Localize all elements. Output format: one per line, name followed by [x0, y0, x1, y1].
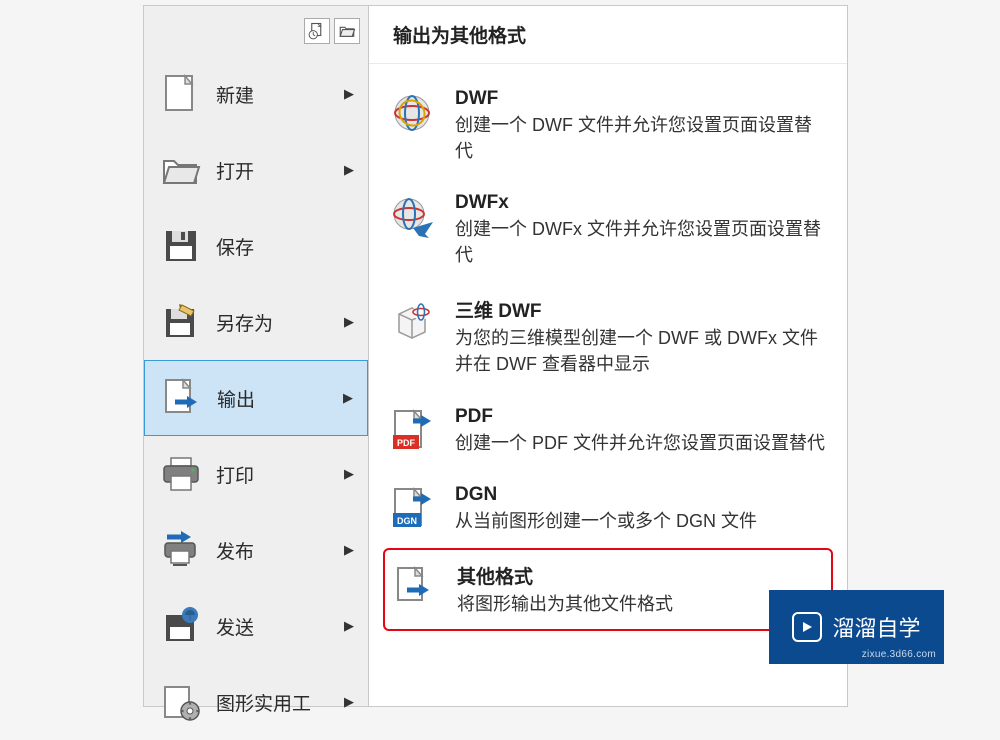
export-icon — [159, 375, 205, 421]
open-folder-icon — [158, 147, 204, 193]
recent-documents-button[interactable] — [304, 18, 330, 44]
flyout-items: DWF 创建一个 DWF 文件并允许您设置页面设置替代 DWFx 创建一个 DW… — [369, 64, 847, 631]
flyout-item-desc: 从当前图形创建一个或多个 DGN 文件 — [455, 508, 827, 534]
menu-item-label: 发送 — [216, 613, 254, 640]
menu-item-label: 新建 — [216, 81, 254, 108]
dwfx-globe-icon — [387, 192, 437, 242]
submenu-arrow-icon: ▶ — [344, 542, 354, 558]
submenu-arrow-icon: ▶ — [343, 390, 353, 406]
export-other-icon — [389, 562, 439, 612]
menu-item-label: 打开 — [216, 157, 254, 184]
open-documents-button[interactable] — [334, 18, 360, 44]
menu-item-label: 另存为 — [216, 309, 273, 336]
menu-item-label: 输出 — [217, 385, 255, 412]
watermark-url: zixue.3d66.com — [862, 649, 936, 660]
menu-toolbar — [144, 6, 368, 56]
menu-item-export[interactable]: 输出 ▶ — [144, 360, 368, 436]
menu-item-new[interactable]: 新建 ▶ — [144, 56, 368, 132]
flyout-item-name: 其他格式 — [457, 562, 825, 589]
menu-item-save[interactable]: 保存 — [144, 208, 368, 284]
export-dwf[interactable]: DWF 创建一个 DWF 文件并允许您设置页面设置替代 — [383, 74, 833, 178]
menu-item-send[interactable]: 发送 ▶ — [144, 588, 368, 664]
flyout-item-desc: 创建一个 PDF 文件并允许您设置页面设置替代 — [455, 430, 827, 456]
menu-item-label: 图形实用工 — [216, 689, 311, 716]
new-file-icon — [158, 71, 204, 117]
drawing-utilities-icon — [158, 679, 204, 725]
menu-item-label: 保存 — [216, 233, 254, 260]
flyout-item-name: PDF — [455, 406, 827, 428]
flyout-item-desc: 创建一个 DWF 文件并允许您设置页面设置替代 — [455, 112, 827, 164]
submenu-arrow-icon: ▶ — [344, 694, 354, 710]
watermark-brand: 溜溜自学 — [832, 611, 920, 643]
submenu-arrow-icon: ▶ — [344, 618, 354, 634]
dwf-3d-box-icon — [387, 296, 437, 346]
send-icon — [158, 603, 204, 649]
app-menu: 新建 ▶ 打开 ▶ 保存 — [143, 5, 368, 707]
flyout-item-name: DWFx — [455, 192, 827, 214]
menu-item-label: 打印 — [216, 461, 254, 488]
flyout-item-name: 三维 DWF — [455, 296, 827, 323]
document-clock-icon — [308, 22, 326, 40]
menu-item-print[interactable]: 打印 ▶ — [144, 436, 368, 512]
flyout-item-name: DWF — [455, 88, 827, 110]
submenu-arrow-icon: ▶ — [344, 314, 354, 330]
submenu-arrow-icon: ▶ — [344, 466, 354, 482]
watermark-badge: 溜溜自学 zixue.3d66.com — [769, 590, 944, 664]
dgn-file-icon: DGN — [387, 484, 437, 534]
menu-item-open[interactable]: 打开 ▶ — [144, 132, 368, 208]
publish-icon — [158, 527, 204, 573]
svg-text:DGN: DGN — [397, 516, 417, 526]
export-dgn[interactable]: DGN DGN 从当前图形创建一个或多个 DGN 文件 — [383, 470, 833, 548]
save-as-icon — [158, 299, 204, 345]
menu-item-publish[interactable]: 发布 ▶ — [144, 512, 368, 588]
export-pdf[interactable]: PDF PDF 创建一个 PDF 文件并允许您设置页面设置替代 — [383, 392, 833, 470]
flyout-item-name: DGN — [455, 484, 827, 506]
flyout-item-desc: 为您的三维模型创建一个 DWF 或 DWFx 文件并在 DWF 查看器中显示 — [455, 325, 827, 377]
save-floppy-icon — [158, 223, 204, 269]
menu-item-drawing-utilities[interactable]: 图形实用工 ▶ — [144, 664, 368, 740]
menu-item-label: 发布 — [216, 537, 254, 564]
menu-item-save-as[interactable]: 另存为 ▶ — [144, 284, 368, 360]
export-dwfx[interactable]: DWFx 创建一个 DWFx 文件并允许您设置页面设置替代 — [383, 178, 833, 282]
submenu-arrow-icon: ▶ — [344, 162, 354, 178]
export-other-formats[interactable]: 其他格式 将图形输出为其他文件格式 — [383, 548, 833, 631]
dwf-globe-icon — [387, 88, 437, 138]
flyout-item-desc: 创建一个 DWFx 文件并允许您设置页面设置替代 — [455, 216, 827, 268]
export-3d-dwf[interactable]: 三维 DWF 为您的三维模型创建一个 DWF 或 DWFx 文件并在 DWF 查… — [383, 282, 833, 391]
play-icon — [792, 612, 822, 642]
svg-text:PDF: PDF — [397, 438, 416, 448]
flyout-title: 输出为其他格式 — [369, 6, 847, 64]
submenu-arrow-icon: ▶ — [344, 86, 354, 102]
printer-icon — [158, 451, 204, 497]
pdf-file-icon: PDF — [387, 406, 437, 456]
folder-open-icon — [338, 22, 356, 40]
